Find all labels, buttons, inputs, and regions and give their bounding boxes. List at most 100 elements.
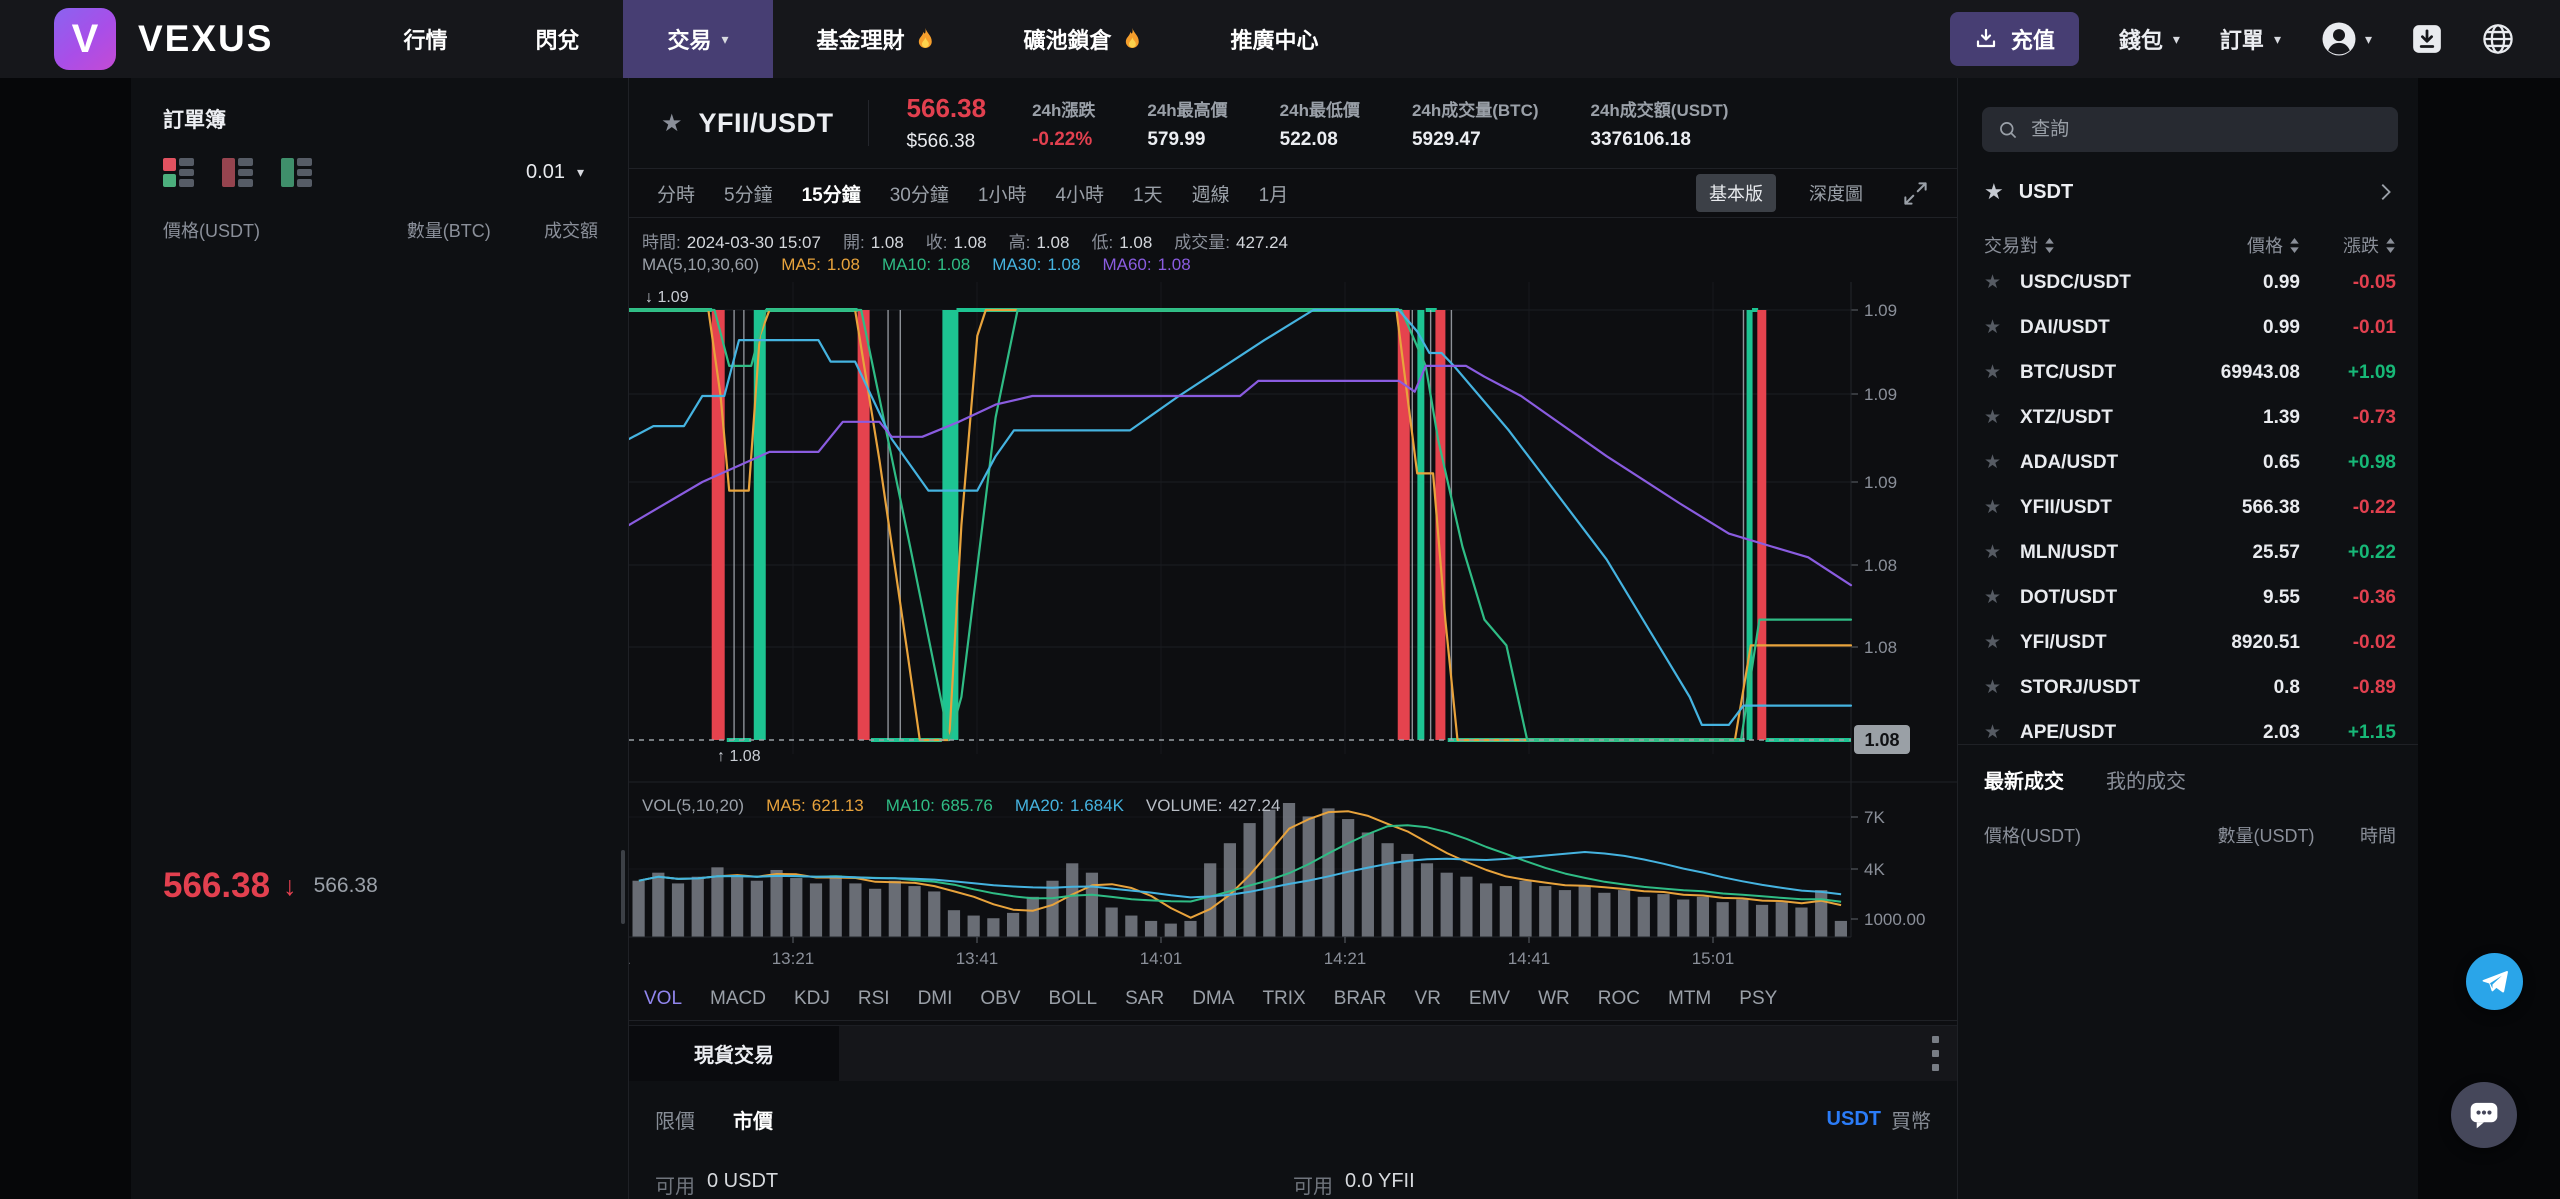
nav-item-2[interactable]: 閃兌 <box>491 0 623 78</box>
star-icon[interactable]: ★ <box>1984 631 2020 654</box>
star-icon[interactable]: ★ <box>1984 586 2020 609</box>
star-icon[interactable]: ★ <box>1984 271 2020 294</box>
pair-row-dot[interactable]: ★DOT/USDT9.55-0.36 <box>1958 575 2418 620</box>
telegram-button[interactable] <box>2466 953 2523 1010</box>
order-type-market[interactable]: 市價 <box>733 1105 773 1134</box>
nav-menu-2[interactable]: 訂單▾ <box>2220 23 2281 55</box>
pair-row-yfii[interactable]: ★YFII/USDT566.38-0.22 <box>1958 485 2418 530</box>
timeframe-分時[interactable]: 分時 <box>657 180 695 207</box>
star-icon[interactable]: ★ <box>1984 676 2020 699</box>
nav-item-3[interactable]: 交易▾ <box>623 0 772 78</box>
info-item: MA10:685.76 <box>886 796 993 816</box>
pair-price: 25.57 <box>2180 542 2300 564</box>
sort-icon <box>2289 237 2300 254</box>
deposit-button[interactable]: 充值 <box>1950 12 2079 66</box>
ticker-stats: 24h漲跌-0.22%24h最高價579.9924h最低價522.0824h成交… <box>1032 96 1728 151</box>
pair-row-dai[interactable]: ★DAI/USDT0.99-0.01 <box>1958 305 2418 350</box>
star-icon[interactable]: ★ <box>1984 451 2020 474</box>
orderbook-view-both-icon[interactable] <box>163 158 194 187</box>
pair-row-xtz[interactable]: ★XTZ/USDT1.39-0.73 <box>1958 395 2418 440</box>
star-icon[interactable]: ★ <box>1984 541 2020 564</box>
chart-area[interactable]: 1.091.091.091.081.087K4K1000.0013:0113:2… <box>629 218 1957 978</box>
chat-support-button[interactable] <box>2451 1082 2517 1148</box>
svg-text:↓ 1.09: ↓ 1.09 <box>645 289 689 306</box>
star-icon[interactable]: ★ <box>1984 316 2020 339</box>
pair-name: BTC/USDT <box>2020 362 2180 384</box>
search-input[interactable] <box>2031 119 2382 141</box>
pair-name: YFII/USDT <box>2020 497 2180 519</box>
timeframe-5分鐘[interactable]: 5分鐘 <box>724 180 773 207</box>
timeframe-4小時[interactable]: 4小時 <box>1055 180 1104 207</box>
scrollbar-thumb[interactable] <box>621 850 625 924</box>
star-icon[interactable]: ★ <box>1984 406 2020 429</box>
kline-chart[interactable]: 1.091.091.091.081.087K4K1000.0013:0113:2… <box>629 218 1958 993</box>
nav-item-1[interactable]: 行情 <box>359 0 491 78</box>
order-type-limit[interactable]: 限價 <box>655 1105 695 1134</box>
pair-change: +0.22 <box>2300 542 2396 564</box>
market-list-headers: 交易對 價格 漲跌 <box>1958 230 2418 260</box>
star-icon[interactable]: ★ <box>1984 361 2020 384</box>
ticker-price-usd: $566.38 <box>907 131 987 153</box>
info-item: 成交量:427.24 <box>1174 228 1288 253</box>
pair-row-yfi[interactable]: ★YFI/USDT8920.51-0.02 <box>1958 620 2418 665</box>
pair-row-ape[interactable]: ★APE/USDT2.03+1.15 <box>1958 710 2418 744</box>
tab-spot-trading[interactable]: 現貨交易 <box>629 1026 839 1081</box>
nav-menu-1[interactable]: 錢包▾ <box>2119 23 2180 55</box>
info-label: MA30: <box>992 255 1041 274</box>
account-menu[interactable]: ▾ <box>2321 21 2372 57</box>
info-item: 收:1.08 <box>926 228 987 253</box>
sort-by-change[interactable]: 漲跌 <box>2300 232 2396 258</box>
market-group-usdt[interactable]: ★ USDT <box>1984 172 2396 212</box>
search-box[interactable] <box>1982 107 2398 152</box>
pair-name: XTZ/USDT <box>2020 407 2180 429</box>
more-menu-icon[interactable] <box>1932 1036 1939 1071</box>
pair-row-usdc[interactable]: ★USDC/USDT0.99-0.05 <box>1958 260 2418 305</box>
chevron-down-icon: ▾ <box>2274 31 2281 48</box>
nav-item-4[interactable]: 基金理財 <box>773 0 980 78</box>
ticker-price-block: 566.38 $566.38 <box>907 93 987 153</box>
info-label: MA5: <box>766 796 806 815</box>
svg-text:1000.00: 1000.00 <box>1864 910 1925 929</box>
star-icon[interactable]: ★ <box>1984 496 2020 519</box>
tab-latest-trades[interactable]: 最新成交 <box>1984 765 2064 794</box>
pair-change: -0.22 <box>2300 497 2396 519</box>
sort-by-price[interactable]: 價格 <box>2180 232 2300 258</box>
fullscreen-button[interactable] <box>1902 180 1929 207</box>
timeframe-15分鐘[interactable]: 15分鐘 <box>802 180 861 207</box>
orderbook-view-bids-icon[interactable] <box>281 158 312 187</box>
nav-item-6[interactable]: 推廣中心 <box>1187 0 1363 78</box>
favorite-star-icon[interactable]: ★ <box>661 109 683 138</box>
tab-my-trades[interactable]: 我的成交 <box>2106 765 2186 794</box>
info-label: VOLUME: <box>1146 796 1223 815</box>
nav-item-5[interactable]: 礦池鎖倉 <box>980 0 1187 78</box>
quote-currency-link[interactable]: USDT <box>1827 1108 1881 1131</box>
star-icon[interactable]: ★ <box>1984 721 2020 744</box>
timeframe-1小時[interactable]: 1小時 <box>978 180 1027 207</box>
chart-toolbar: 分時 5分鐘 15分鐘 30分鐘 1小時 4小時 1天 週線 1月 基本版 深度圖 <box>629 169 1957 218</box>
sort-by-pair[interactable]: 交易對 <box>1984 232 2180 258</box>
svg-text:7K: 7K <box>1864 808 1885 827</box>
chevron-right-icon <box>2374 181 2396 203</box>
basic-view-button[interactable]: 基本版 <box>1696 174 1776 212</box>
stat-value: 522.08 <box>1280 129 1360 151</box>
orderbook-headers: 價格(USDT) 數量(BTC) 成交額 <box>163 217 598 243</box>
app-download-button[interactable] <box>2412 24 2442 54</box>
pair-row-ada[interactable]: ★ADA/USDT0.65+0.98 <box>1958 440 2418 485</box>
precision-dropdown[interactable]: 0.01 ▾ <box>526 161 584 184</box>
pair-row-mln[interactable]: ★MLN/USDT25.57+0.22 <box>1958 530 2418 575</box>
pair-row-btc[interactable]: ★BTC/USDT69943.08+1.09 <box>1958 350 2418 395</box>
depth-view-button[interactable]: 深度圖 <box>1809 180 1863 206</box>
brand[interactable]: V VEXUS <box>54 8 273 70</box>
deposit-label: 充值 <box>2011 23 2055 55</box>
timeframe-1天[interactable]: 1天 <box>1133 180 1163 207</box>
language-globe-button[interactable] <box>2482 23 2514 55</box>
timeframe-1月[interactable]: 1月 <box>1259 180 1289 207</box>
info-item: MA(5,10,30,60) <box>642 255 759 275</box>
pair-row-storj[interactable]: ★STORJ/USDT0.8-0.89 <box>1958 665 2418 710</box>
timeframe-30分鐘[interactable]: 30分鐘 <box>890 180 949 207</box>
timeframe-週線[interactable]: 週線 <box>1192 180 1230 207</box>
orderbook-controls: 0.01 ▾ <box>163 158 584 187</box>
info-item: MA60:1.08 <box>1102 255 1190 275</box>
orderbook-view-asks-icon[interactable] <box>222 158 253 187</box>
last-price-value: 566.38 <box>163 866 270 906</box>
